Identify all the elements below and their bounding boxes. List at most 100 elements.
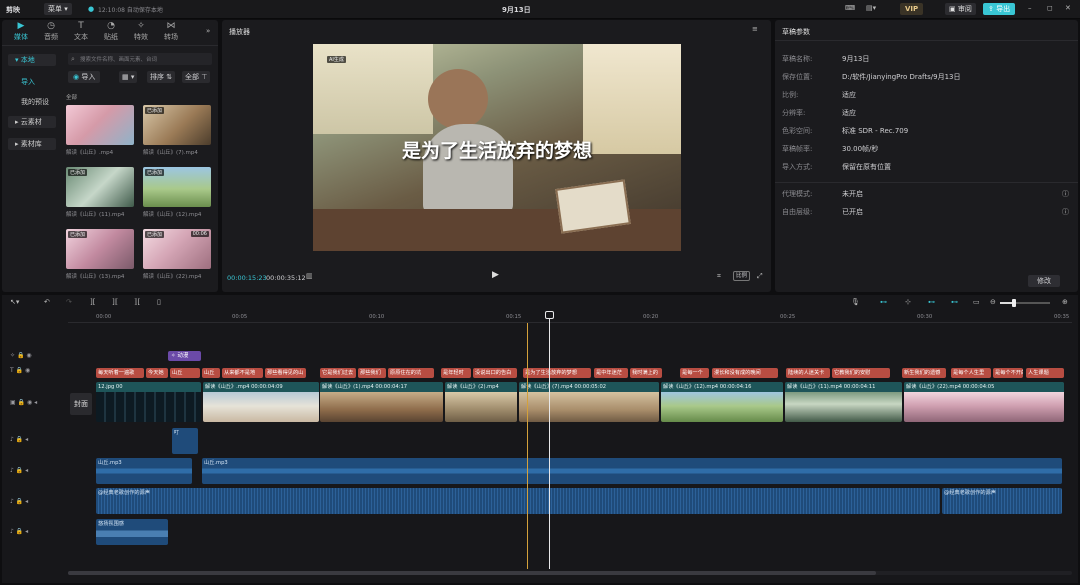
- zoom-out-icon[interactable]: ⊖: [990, 298, 996, 306]
- tab-sticker[interactable]: ◔ 贴纸: [96, 21, 126, 43]
- subtitle-clip[interactable]: 我时满上的: [630, 368, 662, 378]
- modify-button[interactable]: 修改: [1028, 275, 1060, 287]
- subtitle-clip[interactable]: 没说出口的告白: [473, 368, 517, 378]
- subtitle-clip[interactable]: 每天听着一遍歌: [96, 368, 144, 378]
- mute-icon[interactable]: ◂: [25, 498, 28, 505]
- eye-icon[interactable]: ◉: [26, 352, 31, 359]
- export-button[interactable]: ⇪ 导出: [983, 3, 1016, 15]
- sidebar-item-library[interactable]: ▸ 素材库: [8, 138, 56, 150]
- lock-icon[interactable]: 🔒: [18, 399, 25, 406]
- caption-icon[interactable]: ▭: [973, 298, 980, 306]
- zoom-in-icon[interactable]: ⊕: [1062, 298, 1068, 306]
- horizontal-scrollbar[interactable]: [68, 571, 1072, 575]
- mute-icon[interactable]: ◂: [34, 399, 37, 406]
- snap-icon[interactable]: ⊹: [905, 298, 911, 306]
- subtitle-clip[interactable]: 人生课题: [1026, 368, 1064, 378]
- subtitle-clip[interactable]: 原原住在的坑: [388, 368, 434, 378]
- more-tabs-icon[interactable]: »: [206, 27, 210, 35]
- sidebar-item-cloud[interactable]: ▸ 云素材: [8, 116, 56, 128]
- tab-transition[interactable]: ⋈ 转场: [156, 21, 186, 43]
- media-item[interactable]: 已添加 解读《山丘》(13).mp4: [66, 229, 134, 280]
- time-ruler[interactable]: 00:00 00:05 00:10 00:15 00:20 00:25 00:3…: [68, 311, 1072, 323]
- link-icon[interactable]: ⊷: [880, 298, 887, 306]
- audio-clip[interactable]: 悠扬氛围感: [96, 519, 168, 545]
- subtitle-clip[interactable]: 它是我们过去: [320, 368, 356, 378]
- media-item[interactable]: 已添加 00:06 解读《山丘》(22).mp4: [143, 229, 211, 280]
- subtitle-clip[interactable]: 是每个不开的: [993, 368, 1023, 378]
- video-clip[interactable]: 解读《山丘》.mp4 00:00:04:09: [203, 382, 319, 422]
- video-clip[interactable]: 解读《山丘》(12).mp4 00:00:04:16: [661, 382, 783, 422]
- video-clip[interactable]: 解读《山丘》(7).mp4 00:00:05:02: [519, 382, 659, 422]
- tab-audio[interactable]: ◷ 音频: [36, 21, 66, 43]
- keyboard-icon[interactable]: ⌨: [845, 4, 855, 12]
- playhead[interactable]: [549, 313, 550, 569]
- info-icon[interactable]: ⓘ: [1062, 189, 1069, 199]
- subtitle-clip[interactable]: 山丘: [202, 368, 220, 378]
- video-clip[interactable]: 解读《山丘》(22).mp4 00:00:04:05: [904, 382, 1064, 422]
- lock-icon[interactable]: 🔒: [16, 528, 23, 535]
- ratio-button[interactable]: 比例: [733, 271, 751, 281]
- subtitle-clip[interactable]: 是每一个: [680, 368, 709, 378]
- subtitle-clip[interactable]: 新生我们的遗憾: [902, 368, 946, 378]
- linkage-icon[interactable]: ⊷: [951, 298, 958, 306]
- close-icon[interactable]: ✕: [1065, 4, 1071, 12]
- minimize-icon[interactable]: –: [1028, 4, 1032, 12]
- sidebar-item-presets[interactable]: 我的预设: [8, 96, 56, 108]
- mute-icon[interactable]: ◂: [25, 436, 28, 443]
- playhead-handle[interactable]: [545, 311, 554, 319]
- video-clip[interactable]: 解读《山丘》(1).mp4 00:00:04:17: [320, 382, 443, 422]
- split-right-icon[interactable]: ⟧[: [134, 298, 140, 306]
- subtitle-clip[interactable]: 那些我们: [358, 368, 386, 378]
- play-icon[interactable]: ▶: [492, 270, 499, 280]
- subtitle-clip[interactable]: 它教我们的安慰: [832, 368, 890, 378]
- undo-icon[interactable]: ↶: [44, 298, 50, 306]
- eye-icon[interactable]: ◉: [25, 367, 30, 374]
- info-icon[interactable]: ⓘ: [1062, 207, 1069, 217]
- fit-screen-icon[interactable]: ⌗: [717, 272, 721, 281]
- vip-button[interactable]: VIP: [900, 3, 924, 15]
- video-clip[interactable]: 解读《山丘》(11).mp4 00:00:04:11: [785, 382, 902, 422]
- maximize-icon[interactable]: ◻: [1047, 4, 1053, 12]
- media-item[interactable]: 已添加 解读《山丘》(11).mp4: [66, 167, 134, 218]
- layout-icon[interactable]: ▤▾: [866, 4, 876, 12]
- import-button[interactable]: ◉ 导入: [68, 71, 101, 83]
- subtitle-clip[interactable]: 是年轻时: [441, 368, 471, 378]
- lock-icon[interactable]: 🔒: [16, 367, 23, 374]
- split-icon[interactable]: ][: [90, 298, 95, 306]
- tab-effects[interactable]: ✧ 特效: [126, 21, 156, 43]
- lock-icon[interactable]: 🔒: [17, 352, 24, 359]
- subtitle-clip[interactable]: 那些看得见的山: [265, 368, 306, 378]
- fullscreen-icon[interactable]: ⤢: [757, 272, 763, 281]
- mute-icon[interactable]: ◂: [25, 528, 28, 535]
- cover-button[interactable]: 封面: [70, 393, 92, 415]
- scrollbar-thumb[interactable]: [68, 571, 876, 575]
- preview-axis-icon[interactable]: ⊷: [928, 298, 935, 306]
- select-tool-icon[interactable]: ↖▾: [10, 298, 19, 306]
- media-item[interactable]: 已添加 解读《山丘》(7).mp4: [143, 105, 211, 156]
- media-item[interactable]: 解读《山丘》.mp4: [66, 105, 134, 156]
- review-button[interactable]: ▣ 审阅: [945, 3, 976, 15]
- sidebar-item-import[interactable]: 导入: [8, 76, 56, 88]
- audio-clip[interactable]: @经典老歌创作的源声: [96, 488, 940, 514]
- video-clip[interactable]: 12.jpg 00: [96, 382, 201, 422]
- subtitle-clip[interactable]: 是中年迷茫: [594, 368, 628, 378]
- search-input[interactable]: ⌕ 搜索文件名称、画面元素、台词: [68, 53, 212, 65]
- audio-clip[interactable]: 山丘.mp3: [202, 458, 1062, 484]
- timecode-icon[interactable]: ▥: [306, 272, 313, 280]
- lock-icon[interactable]: 🔒: [16, 498, 23, 505]
- subtitle-clip[interactable]: 今天她: [146, 368, 168, 378]
- subtitle-clip[interactable]: 是每个人生里: [951, 368, 991, 378]
- subtitle-clip[interactable]: 山丘: [170, 368, 200, 378]
- filter-button[interactable]: 全部 ⊤: [182, 71, 211, 83]
- microphone-icon[interactable]: 🎙: [851, 298, 860, 306]
- video-preview[interactable]: AI生成 是为了生活放弃的梦想: [313, 44, 681, 251]
- audio-clip[interactable]: @经典老歌创作的源声: [942, 488, 1062, 514]
- zoom-slider[interactable]: [1000, 299, 1050, 307]
- player-menu-icon[interactable]: ≡: [752, 25, 758, 33]
- sidebar-item-local[interactable]: ▾ 本地: [8, 54, 56, 66]
- lock-icon[interactable]: 🔒: [16, 467, 23, 474]
- effect-clip[interactable]: ✧ 动漫: [168, 351, 201, 361]
- sort-button[interactable]: 排序 ⇅: [147, 71, 176, 83]
- eye-icon[interactable]: ◉: [27, 399, 32, 406]
- tab-media[interactable]: ▶ 媒体: [6, 21, 36, 43]
